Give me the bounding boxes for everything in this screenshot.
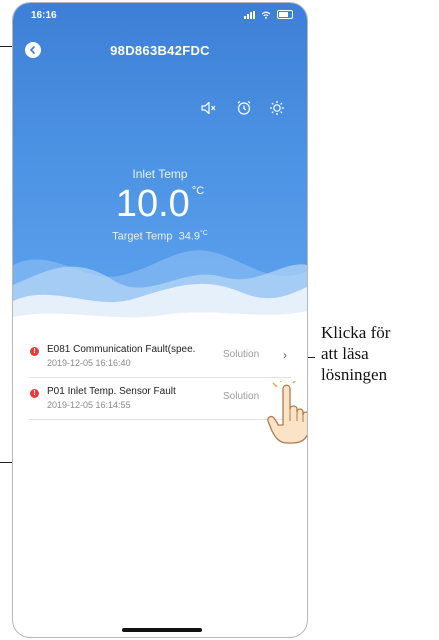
fault-date: 2019-12-05 16:14:55	[47, 400, 131, 410]
status-icons	[244, 10, 293, 19]
alarm-button[interactable]	[235, 99, 253, 117]
mute-icon	[201, 101, 216, 115]
solution-link[interactable]: Solution	[223, 391, 259, 402]
wave-decoration	[13, 250, 307, 329]
fault-alert-icon: !	[30, 347, 39, 356]
annotation-line-3: lösningen	[321, 365, 388, 384]
brightness-button[interactable]	[268, 99, 286, 117]
solution-annotation: Klicka för att läsa lösningen	[321, 322, 390, 385]
signal-icon	[244, 10, 255, 19]
fault-date: 2019-12-05 16:16:40	[47, 358, 131, 368]
inlet-temp-value: 10.0	[115, 183, 190, 225]
device-id-title: 98D863B42FDC	[110, 43, 210, 58]
divider	[29, 377, 291, 378]
fault-title: P01 Inlet Temp. Sensor Fault	[47, 386, 176, 397]
fault-item-2[interactable]: ! P01 Inlet Temp. Sensor Fault 2019-12-0…	[13, 381, 307, 421]
status-bar: 16:16	[13, 3, 307, 29]
fault-item-1[interactable]: ! E081 Communication Fault(spee... 2019-…	[13, 339, 307, 379]
solution-link[interactable]: Solution	[223, 349, 259, 360]
status-time: 16:16	[31, 10, 57, 21]
hero-panel: 16:16 98D863B42FDC Inlet Temp 10.0 °C Ta…	[13, 3, 307, 329]
home-indicator[interactable]	[122, 628, 202, 632]
fault-alert-icon: !	[30, 389, 39, 398]
fault-title: E081 Communication Fault(spee...	[47, 344, 195, 355]
mute-button[interactable]	[200, 99, 218, 117]
battery-icon	[277, 10, 293, 19]
divider	[29, 419, 291, 420]
inlet-temp-unit: °C	[191, 185, 205, 197]
chevron-right-icon[interactable]: ›	[283, 348, 287, 362]
annotation-line-2: att läsa	[321, 344, 369, 363]
tap-hand-icon	[267, 381, 307, 444]
alarm-clock-icon	[237, 101, 251, 115]
brightness-icon	[270, 101, 284, 115]
wifi-icon	[261, 11, 271, 19]
phone-screen: 16:16 98D863B42FDC Inlet Temp 10.0 °C Ta…	[12, 2, 308, 638]
annotation-line-1: Klicka för	[321, 323, 391, 342]
inlet-temp-display: 10.0 °C	[13, 183, 307, 226]
inlet-temp-label: Inlet Temp	[132, 167, 188, 181]
